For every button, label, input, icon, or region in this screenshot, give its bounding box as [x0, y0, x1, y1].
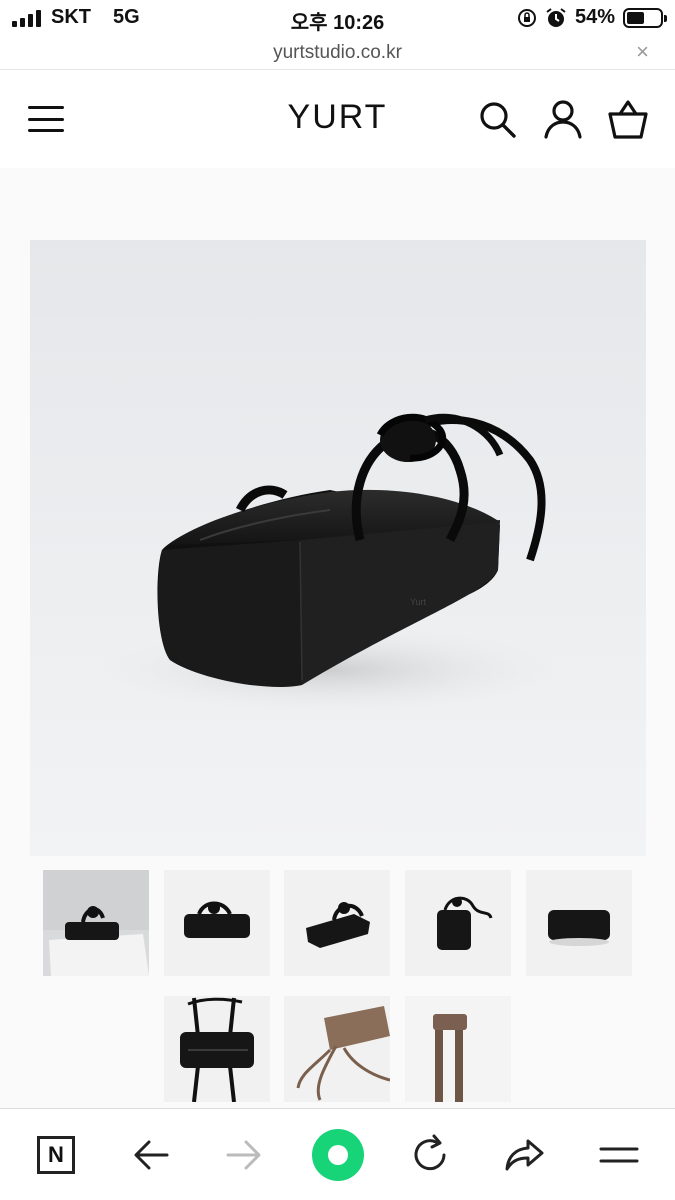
green-dot-icon[interactable] [310, 1127, 366, 1183]
battery-percent: 54% [574, 6, 615, 28]
url-bar[interactable]: yurtstudio.co.kr × [0, 36, 675, 70]
search-icon[interactable] [476, 98, 518, 140]
url-text[interactable]: yurtstudio.co.kr [273, 42, 402, 64]
status-right: 54% [517, 6, 667, 29]
naver-home-icon[interactable]: N [32, 1131, 80, 1179]
close-icon[interactable]: × [636, 39, 649, 65]
thumbnail-3[interactable] [284, 870, 390, 976]
thumbnail-2[interactable] [164, 870, 270, 976]
main-product-image[interactable]: Yurt [30, 240, 646, 856]
forward-arrow-icon[interactable] [220, 1131, 268, 1179]
share-icon[interactable] [500, 1131, 548, 1179]
site-header: YURT [0, 72, 675, 168]
menu-lines-icon[interactable] [595, 1131, 643, 1179]
browser-bottom-nav: N [0, 1108, 675, 1200]
naver-home-letter: N [37, 1136, 75, 1174]
thumbnail-5[interactable] [526, 870, 632, 976]
user-icon[interactable] [542, 98, 584, 140]
rotation-lock-icon [517, 8, 536, 27]
thumbnail-8[interactable] [405, 996, 511, 1102]
thumbnail-7[interactable] [284, 996, 390, 1102]
battery-icon [623, 7, 667, 28]
reload-icon[interactable] [406, 1131, 454, 1179]
cart-icon[interactable] [607, 98, 649, 140]
bag-stamp: Yurt [410, 597, 427, 607]
alarm-icon [546, 7, 566, 27]
thumbnail-4[interactable] [405, 870, 511, 976]
status-bar: SKT 5G 오후 10:26 54% [0, 0, 675, 38]
thumbnail-1[interactable] [43, 870, 149, 976]
battery-fill [627, 11, 645, 24]
thumbnail-6[interactable] [164, 996, 270, 1102]
back-arrow-icon[interactable] [127, 1131, 175, 1179]
